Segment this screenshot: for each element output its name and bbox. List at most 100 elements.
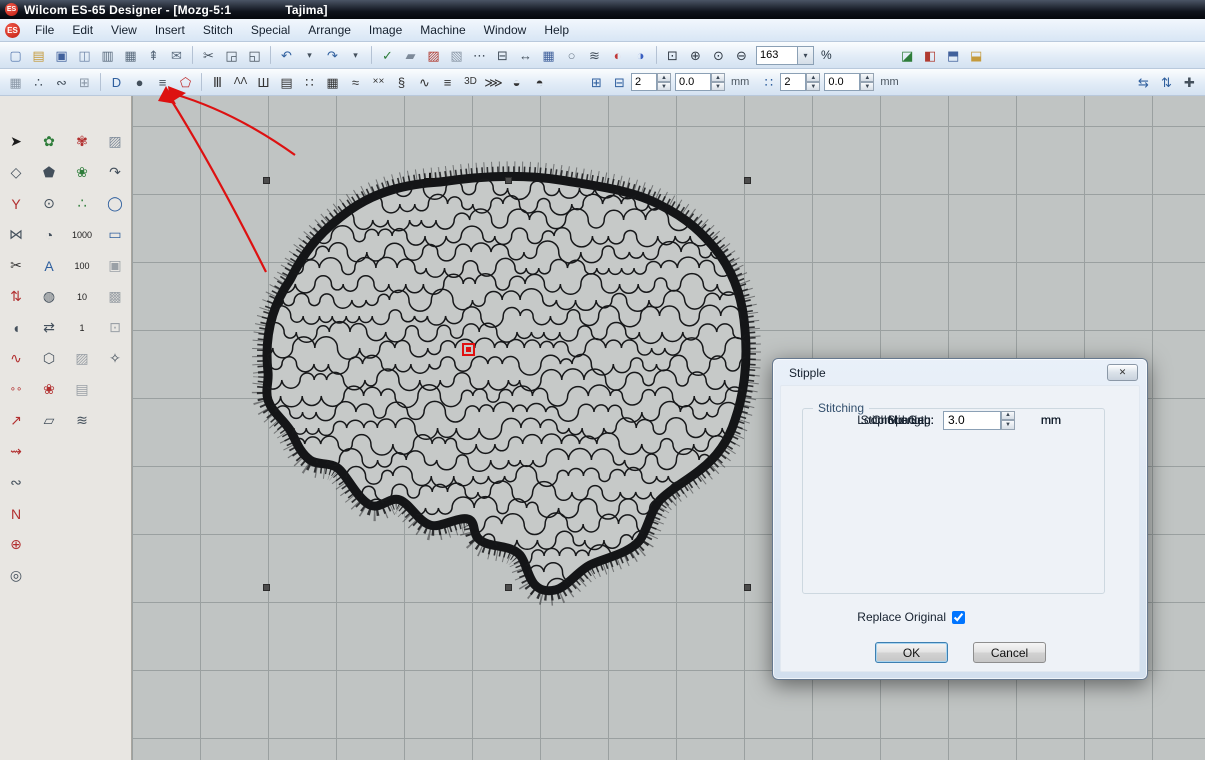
select-tool[interactable]: ➤	[3, 126, 29, 157]
contour-fill-icon[interactable]: ≈	[344, 72, 367, 93]
star-tool[interactable]: ✧	[102, 343, 128, 374]
tree-tool[interactable]: ❀	[69, 157, 95, 188]
satin-stitch-icon[interactable]: Ⅲ	[206, 72, 229, 93]
selection-handle[interactable]	[744, 584, 751, 591]
scissors-tool[interactable]: ✂	[3, 250, 29, 281]
head-design-tool[interactable]: ◔	[36, 219, 62, 250]
menu-item-stitch[interactable]: Stitch	[194, 20, 242, 40]
guide-size-input[interactable]	[824, 73, 860, 91]
guide-count-spinner[interactable]: ▲▼	[806, 73, 820, 91]
spin-down-icon[interactable]: ▼	[711, 82, 725, 91]
flower-array-tool[interactable]: ✾	[69, 126, 95, 157]
measure-icon[interactable]: ↔	[514, 45, 537, 66]
stipple-dots-icon[interactable]: ⋯	[468, 45, 491, 66]
overlap-tool[interactable]: ⋈	[3, 219, 29, 250]
mirror-merge-tool[interactable]: ◎	[3, 560, 29, 591]
undo-dropdown-icon[interactable]: ▾	[298, 45, 321, 66]
tatami-fill-icon[interactable]: ▤	[275, 72, 298, 93]
thread-colors-icon[interactable]: ◐	[606, 45, 629, 66]
wave-fill-tool[interactable]: ≋	[69, 405, 95, 436]
open-design-icon[interactable]: ▤	[27, 45, 50, 66]
menu-item-file[interactable]: File	[26, 20, 63, 40]
program-split-icon[interactable]: ▦	[321, 72, 344, 93]
color-film-icon[interactable]: ◧	[919, 45, 942, 66]
cut-icon[interactable]: ✂	[197, 45, 220, 66]
zoom-out-icon[interactable]: ⊖	[730, 45, 753, 66]
spin-down-icon[interactable]: ▼	[657, 82, 671, 91]
rectangle-tool[interactable]: ▭	[102, 219, 128, 250]
ratio-1to1-icon[interactable]: ⊞	[73, 72, 96, 93]
spin-down-icon[interactable]: ▼	[1001, 420, 1015, 430]
hoop-icon[interactable]: ○	[560, 45, 583, 66]
grid-toggle-icon[interactable]: ▦	[537, 45, 560, 66]
scatter-tool[interactable]: ∴	[69, 188, 95, 219]
e-stitch-icon[interactable]: Ш	[252, 72, 275, 93]
stitch-100-step[interactable]: 100	[69, 250, 95, 281]
spin-up-icon[interactable]: ▲	[806, 73, 820, 82]
design-properties-icon[interactable]: ⬓	[965, 45, 988, 66]
fan-stitch-tool[interactable]: ◖	[3, 312, 29, 343]
pencil-edit-icon[interactable]: ▰	[399, 45, 422, 66]
motif-fill-icon[interactable]: ∷	[298, 72, 321, 93]
texture-tool[interactable]: ⊡	[102, 312, 128, 343]
stipple-run-icon[interactable]: ≡	[151, 72, 174, 93]
export-machine-file-icon[interactable]: ⇞	[142, 45, 165, 66]
field-spinner[interactable]: ▲▼	[1001, 411, 1015, 430]
freehand-curve-tool[interactable]: ∿	[3, 343, 29, 374]
triple-run-tool[interactable]: ↗	[3, 405, 29, 436]
redo-icon[interactable]: ↷	[321, 45, 344, 66]
grid-count-input[interactable]	[631, 73, 657, 91]
motif-run-tool[interactable]: ⇝	[3, 436, 29, 467]
backstitch-icon[interactable]: ∿	[413, 72, 436, 93]
backtrack-tool[interactable]: ∾	[3, 467, 29, 498]
jagged-run-tool[interactable]: N	[3, 498, 29, 529]
paste-icon[interactable]: ◱	[243, 45, 266, 66]
selection-handle[interactable]	[263, 177, 270, 184]
zoom-dropdown-icon[interactable]: ▾	[798, 46, 814, 65]
wave-effect-icon[interactable]: ≋	[583, 45, 606, 66]
stamp-tool[interactable]: ▩	[102, 281, 128, 312]
kiosk-tool[interactable]: ⇄	[36, 312, 62, 343]
polygon-select-tool[interactable]: ◇	[3, 157, 29, 188]
stitch-1000-step[interactable]: 1000	[69, 219, 95, 250]
pan-tool-icon[interactable]: ⇆	[1132, 72, 1155, 93]
replace-original-checkbox[interactable]	[952, 611, 965, 624]
loop-spacing-input[interactable]	[943, 411, 1001, 430]
menu-item-special[interactable]: Special	[242, 20, 299, 40]
guide-spacing-icon[interactable]: ∷	[757, 72, 780, 93]
design-canvas[interactable]: Stipple ✕ Stitching Stitch Length: ▲▼ mm	[132, 96, 1205, 760]
stretch-tool[interactable]: ⇅	[3, 281, 29, 312]
print-preview-icon[interactable]: ▦	[119, 45, 142, 66]
menu-item-arrange[interactable]: Arrange	[299, 20, 360, 40]
spin-up-icon[interactable]: ▲	[711, 73, 725, 82]
show-backdrop-icon[interactable]: ▦	[4, 72, 27, 93]
block-sample-tool[interactable]: ▣	[102, 250, 128, 281]
insert-design-icon[interactable]: ◫	[73, 45, 96, 66]
spin-up-icon[interactable]: ▲	[860, 73, 874, 82]
spin-up-icon[interactable]: ▲	[657, 73, 671, 82]
stem-stitch-icon[interactable]: §	[390, 72, 413, 93]
zoom-input[interactable]	[756, 46, 798, 65]
stitch-player-icon[interactable]: ◪	[896, 45, 919, 66]
design-check-icon[interactable]: ✓	[376, 45, 399, 66]
repeat-tool[interactable]: ⊕	[3, 529, 29, 560]
grid-reference-icon[interactable]: ⊟	[608, 72, 631, 93]
menu-item-window[interactable]: Window	[475, 20, 536, 40]
satin-hatch-icon[interactable]: ▨	[422, 45, 445, 66]
selection-handle[interactable]	[263, 584, 270, 591]
sculpture-run-icon[interactable]: ≡	[436, 72, 459, 93]
wye-branch-tool[interactable]: Y	[3, 188, 29, 219]
zoom-1to1-icon[interactable]: ⊙	[707, 45, 730, 66]
object-anchor-marker[interactable]	[462, 343, 475, 356]
stitch-1-step[interactable]: 1	[69, 312, 95, 343]
cancel-button[interactable]: Cancel	[973, 642, 1046, 663]
ellipse-object-icon[interactable]: ●	[128, 72, 151, 93]
cross-stitch-icon[interactable]: ××	[367, 72, 390, 93]
document-logo-icon[interactable]: ES	[5, 23, 20, 38]
grid-spacing-icon[interactable]: ⊞	[585, 72, 608, 93]
spin-down-icon[interactable]: ▼	[806, 82, 820, 91]
menu-item-help[interactable]: Help	[535, 20, 578, 40]
print-icon[interactable]: ▥	[96, 45, 119, 66]
overview-window-icon[interactable]: ⬒	[942, 45, 965, 66]
fill-hatch-icon[interactable]: ▧	[445, 45, 468, 66]
